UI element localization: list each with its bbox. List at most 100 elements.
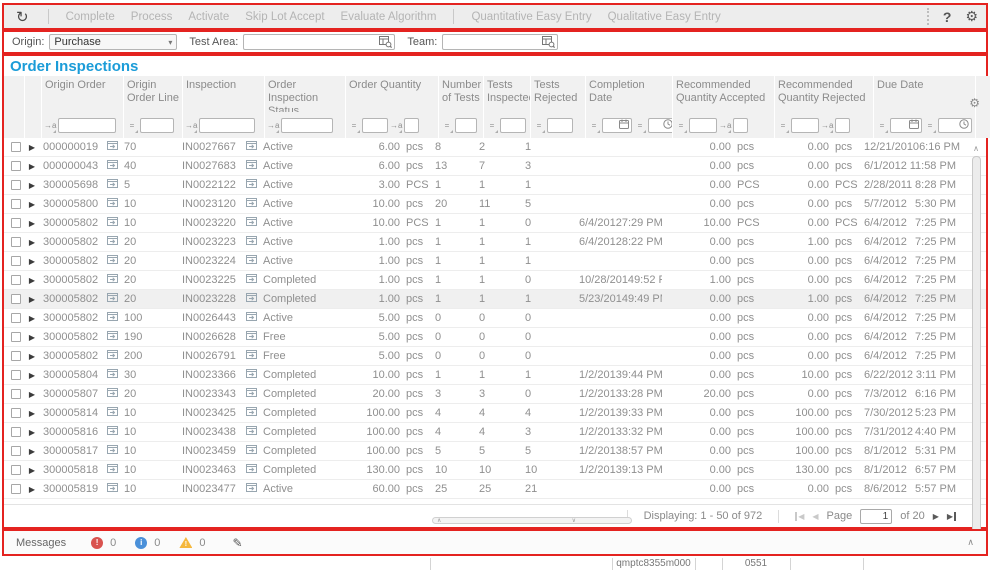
open-details-icon[interactable] bbox=[246, 216, 257, 230]
filter-input-completion-date[interactable] bbox=[604, 120, 619, 131]
toolbar-button-evaluate-algorithm[interactable]: Evaluate Algorithm bbox=[341, 11, 437, 23]
open-details-icon[interactable] bbox=[107, 254, 118, 268]
table-row[interactable]: ▶30000580430IN0023366Completed10.00pcs11… bbox=[4, 366, 986, 385]
table-row[interactable]: ▶300005802100IN0026443Active5.00pcs0000.… bbox=[4, 309, 986, 328]
expand-row-icon[interactable]: ▶ bbox=[24, 257, 40, 266]
table-row[interactable]: ▶30000581810IN0023463Completed130.00pcs1… bbox=[4, 461, 986, 480]
expand-row-icon[interactable]: ▶ bbox=[24, 162, 40, 171]
refresh-icon[interactable]: ↻ bbox=[16, 8, 29, 26]
row-checkbox[interactable] bbox=[11, 427, 21, 437]
open-details-icon[interactable] bbox=[246, 292, 257, 306]
column-header-recommended-quantity-rejected[interactable]: Recommended Quantity Rejected bbox=[775, 76, 873, 112]
panel-splitter-handle[interactable]: ∧ ∨ bbox=[432, 517, 632, 524]
starts-with-operator-icon[interactable]: →a bbox=[390, 121, 402, 130]
expand-row-icon[interactable]: ▶ bbox=[24, 447, 40, 456]
expand-row-icon[interactable]: ▶ bbox=[24, 390, 40, 399]
next-page-icon[interactable]: ▶ bbox=[933, 512, 939, 521]
browse-lookup-icon[interactable] bbox=[542, 36, 555, 48]
clock-icon[interactable] bbox=[663, 116, 672, 134]
expand-row-icon[interactable]: ▶ bbox=[24, 200, 40, 209]
filter-input-order-inspection-status[interactable] bbox=[283, 120, 331, 131]
toolbar-button-process[interactable]: Process bbox=[131, 11, 173, 23]
expand-row-icon[interactable]: ▶ bbox=[24, 295, 40, 304]
open-details-icon[interactable] bbox=[246, 368, 257, 382]
starts-with-operator-icon[interactable]: →a bbox=[185, 121, 197, 130]
row-checkbox[interactable] bbox=[11, 370, 21, 380]
column-header-origin-order-line[interactable]: Origin Order Line bbox=[124, 76, 182, 112]
expand-row-icon[interactable]: ▶ bbox=[24, 409, 40, 418]
open-details-icon[interactable] bbox=[246, 406, 257, 420]
open-details-icon[interactable] bbox=[246, 444, 257, 458]
equals-operator-icon[interactable]: = bbox=[777, 121, 789, 130]
row-checkbox[interactable] bbox=[11, 161, 21, 171]
team-input[interactable] bbox=[445, 37, 542, 48]
filter-input-tests-inspected[interactable] bbox=[502, 120, 524, 131]
open-details-icon[interactable] bbox=[246, 425, 257, 439]
filter-input-recommended-quantity-accepted[interactable] bbox=[735, 120, 746, 131]
toolbar-button-complete[interactable]: Complete bbox=[66, 11, 115, 23]
calendar-icon[interactable] bbox=[619, 116, 630, 134]
table-row[interactable]: ▶30000580220IN0023223Active1.00pcs1116/4… bbox=[4, 233, 986, 252]
filter-input-due-date[interactable] bbox=[940, 120, 959, 131]
equals-operator-icon[interactable]: = bbox=[675, 121, 687, 130]
expand-row-icon[interactable]: ▶ bbox=[24, 143, 40, 152]
open-details-icon[interactable] bbox=[246, 197, 257, 211]
collapse-messages-icon[interactable]: ∧ bbox=[967, 537, 974, 548]
open-details-icon[interactable] bbox=[246, 482, 257, 496]
info-icon[interactable]: i bbox=[135, 537, 147, 549]
settings-gear-icon[interactable]: ⚙ bbox=[965, 8, 978, 25]
filter-input-number-of-tests[interactable] bbox=[457, 120, 475, 131]
open-details-icon[interactable] bbox=[107, 197, 118, 211]
table-row[interactable]: ▶30000580220IN0023228Completed1.00pcs111… bbox=[4, 290, 986, 309]
column-header-tests-rejected[interactable]: Tests Rejected bbox=[531, 76, 585, 112]
row-checkbox[interactable] bbox=[11, 218, 21, 228]
open-details-icon[interactable] bbox=[107, 444, 118, 458]
page-number-input[interactable] bbox=[860, 509, 892, 524]
scroll-up-icon[interactable]: ∧ bbox=[973, 144, 979, 154]
open-details-icon[interactable] bbox=[107, 482, 118, 496]
row-checkbox[interactable] bbox=[11, 199, 21, 209]
row-checkbox[interactable] bbox=[11, 142, 21, 152]
expand-row-icon[interactable]: ▶ bbox=[24, 428, 40, 437]
column-header-order-inspection-status[interactable]: Order Inspection Status bbox=[265, 76, 345, 112]
first-page-icon[interactable]: ◀ bbox=[795, 512, 804, 521]
open-details-icon[interactable] bbox=[107, 216, 118, 230]
filter-input-order-quantity[interactable] bbox=[364, 120, 386, 131]
table-row[interactable]: ▶00000004340IN0027683Active6.00pcs13730.… bbox=[4, 157, 986, 176]
expand-row-icon[interactable]: ▶ bbox=[24, 333, 40, 342]
help-icon[interactable]: ? bbox=[943, 9, 952, 25]
expand-row-icon[interactable]: ▶ bbox=[24, 371, 40, 380]
starts-with-operator-icon[interactable]: →a bbox=[821, 121, 833, 130]
calendar-icon[interactable] bbox=[909, 116, 920, 134]
open-details-icon[interactable] bbox=[107, 406, 118, 420]
equals-operator-icon[interactable]: = bbox=[588, 121, 600, 130]
filter-input-inspection[interactable] bbox=[201, 120, 253, 131]
table-row[interactable]: ▶30000581710IN0023459Completed100.00pcs5… bbox=[4, 442, 986, 461]
table-row[interactable]: ▶30000580220IN0023224Active1.00pcs1110.0… bbox=[4, 252, 986, 271]
open-details-icon[interactable] bbox=[107, 330, 118, 344]
overflow-menu-icon[interactable] bbox=[927, 8, 929, 25]
filter-input-origin-order[interactable] bbox=[60, 120, 114, 131]
open-details-icon[interactable] bbox=[246, 387, 257, 401]
row-checkbox[interactable] bbox=[11, 313, 21, 323]
browse-lookup-icon[interactable] bbox=[379, 36, 392, 48]
open-details-icon[interactable] bbox=[107, 425, 118, 439]
filter-input-completion-date[interactable] bbox=[650, 120, 663, 131]
expand-row-icon[interactable]: ▶ bbox=[24, 352, 40, 361]
row-checkbox[interactable] bbox=[11, 294, 21, 304]
row-checkbox[interactable] bbox=[11, 237, 21, 247]
open-details-icon[interactable] bbox=[246, 463, 257, 477]
vertical-scrollbar[interactable]: ∧ ∨ bbox=[970, 144, 982, 554]
table-row[interactable]: ▶30000581910IN0023477Active60.00pcs25252… bbox=[4, 480, 986, 499]
table-row[interactable]: ▶30000580720IN0023343Completed20.00pcs33… bbox=[4, 385, 986, 404]
filter-input-order-quantity[interactable] bbox=[406, 120, 417, 131]
pencil-icon[interactable]: ✎ bbox=[233, 536, 243, 550]
open-details-icon[interactable] bbox=[246, 311, 257, 325]
open-details-icon[interactable] bbox=[107, 178, 118, 192]
origin-select[interactable]: Purchase ▾ bbox=[49, 34, 177, 50]
grid-settings-gear-icon[interactable]: ⚙ bbox=[969, 96, 980, 110]
row-checkbox[interactable] bbox=[11, 389, 21, 399]
table-row[interactable]: ▶300005802200IN0026791Free5.00pcs0000.00… bbox=[4, 347, 986, 366]
splitter-down-icon[interactable]: ∨ bbox=[572, 518, 576, 524]
equals-operator-icon[interactable]: = bbox=[348, 121, 360, 130]
